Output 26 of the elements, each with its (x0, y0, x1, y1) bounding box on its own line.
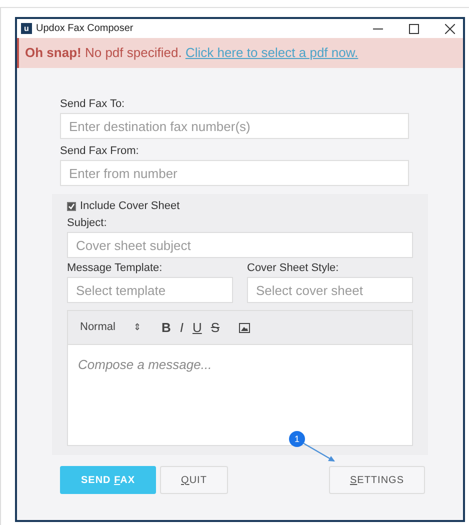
image-icon (238, 322, 250, 332)
field-label: Subject: (67, 217, 108, 230)
field-label: Send Fax To: (60, 98, 126, 111)
include-cover-checkbox[interactable] (67, 202, 76, 211)
format-dropdown[interactable]: Normal ⇕ (80, 319, 142, 336)
bold-button[interactable]: B (158, 318, 174, 338)
checkbox-label: Include Cover Sheet (80, 200, 180, 213)
input-field[interactable]: Select template (67, 277, 233, 303)
underline-button[interactable]: U (189, 318, 205, 338)
field-label: Cover Sheet Style: (247, 262, 340, 275)
input-field[interactable]: Enter destination fax number(s) (60, 113, 409, 139)
field-label: Send Fax From: (60, 145, 140, 158)
input-field[interactable]: Enter from number (60, 160, 409, 186)
action-button[interactable]: SETTINGS (328, 466, 425, 494)
close-icon[interactable] (445, 24, 455, 34)
input-field[interactable]: Cover sheet subject (67, 232, 413, 258)
field-label: Message Template: (67, 262, 164, 275)
alert-message: Oh snap! No pdf specified. Click here to select a pdf now. (25, 44, 358, 62)
pointer-arrow (302, 442, 336, 462)
action-button[interactable]: QUIT (160, 466, 228, 494)
italic-button[interactable]: I (176, 318, 186, 338)
input-field[interactable]: Select cover sheet (247, 277, 413, 303)
window-title: Updox Fax Composer (36, 22, 134, 36)
maximize-icon[interactable] (409, 24, 419, 34)
app-logo: u (21, 23, 32, 34)
strikethrough-button[interactable]: S (208, 318, 223, 338)
